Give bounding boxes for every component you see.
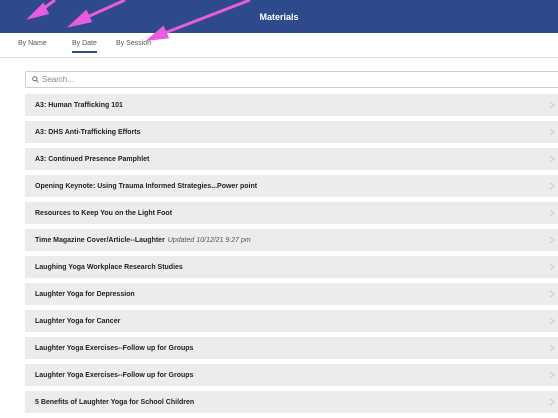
item-title: Time Magazine Cover/Article--Laughter (35, 236, 165, 244)
item-title: Laughter Yoga Exercises--Follow up for G… (35, 344, 194, 352)
list-item[interactable]: 5 Benefits of Laughter Yoga for School C… (25, 391, 558, 413)
chevron-right-icon (549, 290, 555, 298)
item-title: Resources to Keep You on the Light Foot (35, 209, 173, 217)
chevron-right-icon (549, 101, 555, 109)
chevron-right-icon (549, 344, 555, 352)
list-item[interactable]: Laughter Yoga Exercises--Follow up for G… (25, 364, 558, 386)
list-item[interactable]: Opening Keynote: Using Trauma Informed S… (25, 175, 558, 197)
item-title: A3: Human Trafficking 101 (35, 101, 123, 109)
list-item[interactable]: A3: DHS Anti-Trafficking Efforts (25, 121, 558, 143)
item-updated-note: Updated 10/12/21 9:27 pm (167, 236, 251, 244)
app-header: Materials (0, 0, 558, 33)
item-title: Opening Keynote: Using Trauma Informed S… (35, 182, 258, 190)
chevron-right-icon (549, 236, 555, 244)
materials-list: A3: Human Trafficking 101 A3: DHS Anti-Tr… (25, 94, 558, 418)
search-icon (32, 76, 39, 83)
chevron-right-icon (549, 155, 555, 163)
list-item[interactable]: A3: Human Trafficking 101 (25, 94, 558, 116)
chevron-right-icon (549, 209, 555, 217)
chevron-right-icon (549, 398, 555, 406)
item-title: Laughter Yoga Exercises--Follow up for G… (35, 371, 194, 379)
chevron-right-icon (549, 371, 555, 379)
item-title: 5 Benefits of Laughter Yoga for School C… (35, 398, 195, 406)
list-item[interactable]: Laughter Yoga for Depression (25, 283, 558, 305)
item-title: Laughing Yoga Workplace Research Studies (35, 263, 183, 271)
list-item[interactable]: A3: Continued Presence Pamphlet (25, 148, 558, 170)
list-item[interactable]: Laughter Yoga Exercises--Follow up for G… (25, 337, 558, 359)
item-title: A3: DHS Anti-Trafficking Efforts (35, 128, 141, 136)
sort-tabs: By Name By Date By Session (0, 33, 558, 58)
item-title: A3: Continued Presence Pamphlet (35, 155, 150, 163)
item-title: Laughter Yoga for Depression (35, 290, 135, 298)
list-item[interactable]: Time Magazine Cover/Article--Laughter Upd… (25, 229, 558, 251)
item-title: Laughter Yoga for Cancer (35, 317, 121, 325)
chevron-right-icon (549, 317, 555, 325)
list-item[interactable]: Resources to Keep You on the Light Foot (25, 202, 558, 224)
chevron-right-icon (549, 263, 555, 271)
search-input[interactable] (42, 75, 522, 84)
chevron-right-icon (549, 182, 555, 190)
tab-by-name[interactable]: By Name (18, 40, 47, 51)
list-item[interactable]: Laughter Yoga for Cancer (25, 310, 558, 332)
tab-by-session[interactable]: By Session (116, 40, 151, 51)
chevron-right-icon (549, 128, 555, 136)
search-box[interactable] (25, 71, 558, 88)
page-title: Materials (259, 11, 299, 22)
list-item[interactable]: Laughing Yoga Workplace Research Studies (25, 256, 558, 278)
tab-by-date[interactable]: By Date (72, 40, 97, 53)
